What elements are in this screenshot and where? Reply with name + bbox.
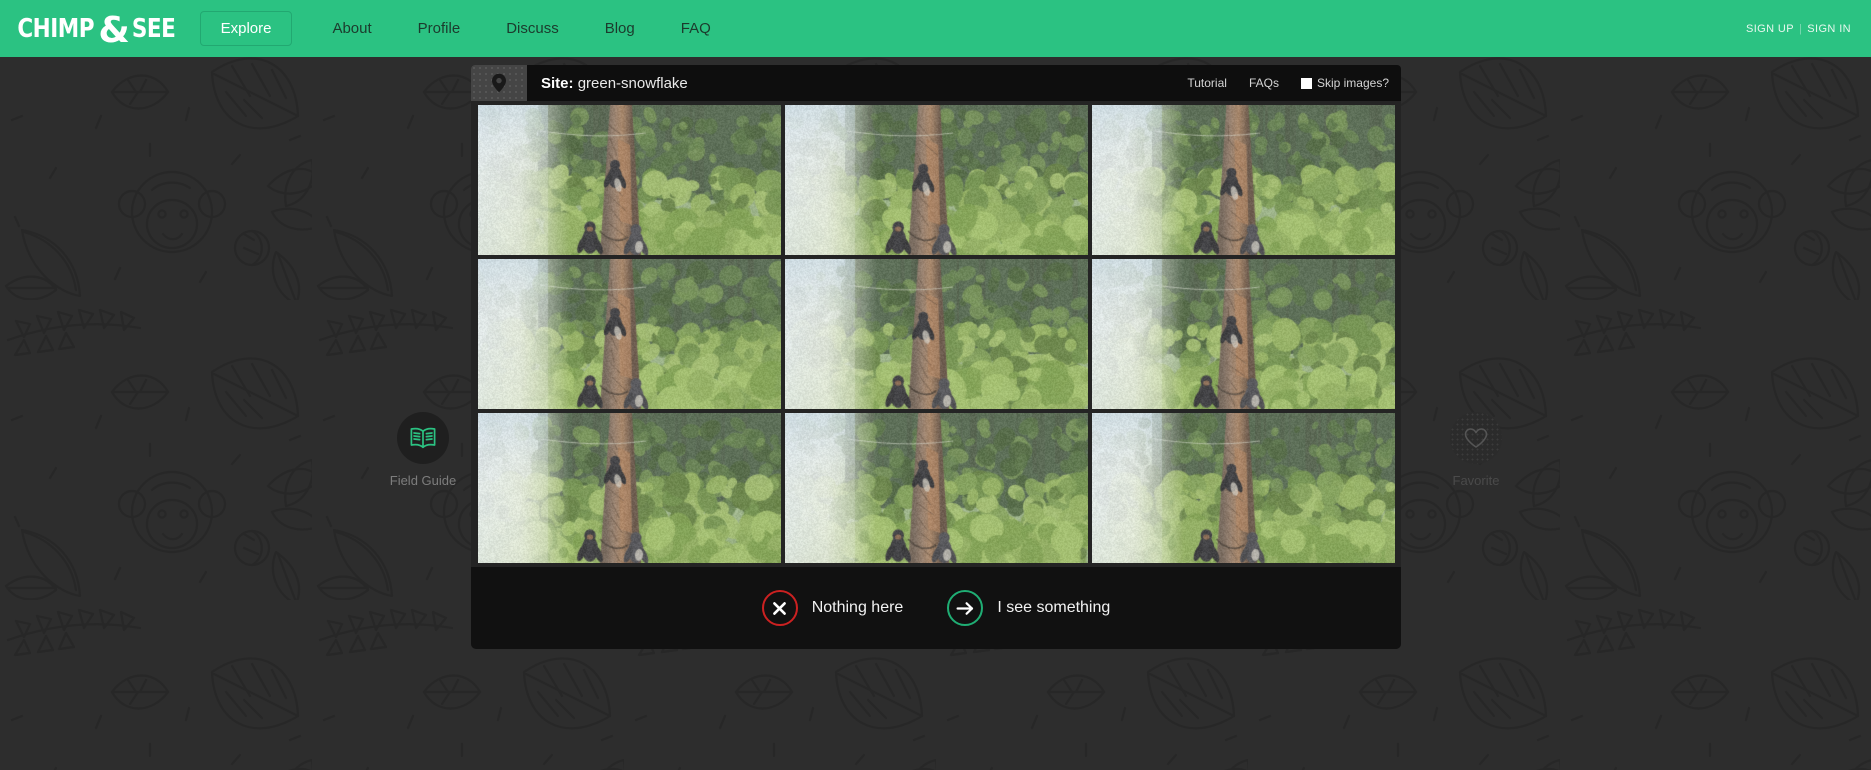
camera-trap-image	[477, 259, 781, 409]
frame-thumbnail[interactable]	[784, 105, 1088, 255]
open-book-icon	[410, 427, 436, 449]
action-bar: Nothing here I see something	[471, 567, 1401, 649]
logo-ampersand: &	[98, 9, 130, 51]
frame-grid	[471, 101, 1401, 567]
frame-thumbnail[interactable]	[784, 413, 1088, 563]
x-icon	[773, 601, 787, 615]
camera-trap-image	[784, 259, 1088, 409]
sign-up-link[interactable]: SIGN UP	[1746, 23, 1794, 35]
tutorial-link[interactable]: Tutorial	[1187, 76, 1227, 90]
logo-text-chimp: CHIMP	[17, 13, 95, 44]
nothing-here-circle	[761, 590, 798, 626]
auth-separator: |	[1798, 22, 1803, 35]
site-bar: Site: green-snowflake Tutorial FAQs Skip…	[471, 65, 1401, 101]
i-see-something-button[interactable]: I see something	[947, 590, 1110, 626]
site-pin-box[interactable]	[471, 65, 527, 101]
faqs-link[interactable]: FAQs	[1249, 76, 1279, 90]
skip-images-label: Skip images?	[1316, 76, 1389, 90]
site-name: green-snowflake	[577, 74, 688, 92]
heart-icon	[1464, 428, 1488, 448]
nav-item-blog[interactable]: Blog	[595, 14, 645, 43]
arrow-right-icon	[956, 601, 973, 615]
favorite-label: Favorite	[1452, 473, 1500, 488]
field-guide-label: Field Guide	[389, 473, 457, 488]
nothing-here-label: Nothing here	[811, 599, 904, 616]
frame-thumbnail[interactable]	[1091, 259, 1395, 409]
primary-nav: Explore About Profile Discuss Blog FAQ	[199, 11, 747, 46]
i-see-something-circle	[947, 590, 984, 626]
camera-trap-image	[1091, 413, 1395, 563]
nav-item-faq[interactable]: FAQ	[671, 14, 721, 43]
top-navigation-bar: CHIMP & SEE Explore About Profile Discus…	[0, 0, 1871, 57]
classification-stage: Field Guide Favorite Site: green-snowfla…	[0, 57, 1871, 770]
skip-images-control[interactable]: Skip images?	[1300, 76, 1389, 90]
site-title: Site: green-snowflake	[541, 75, 688, 92]
nav-item-explore[interactable]: Explore	[199, 11, 293, 46]
field-guide-button[interactable]: Field Guide	[368, 412, 478, 488]
camera-trap-image	[784, 413, 1088, 563]
camera-trap-image	[1091, 259, 1395, 409]
skip-images-checkbox[interactable]	[1300, 77, 1312, 89]
sign-in-link[interactable]: SIGN IN	[1807, 23, 1851, 35]
camera-trap-image	[784, 105, 1088, 255]
nav-item-profile[interactable]: Profile	[408, 14, 471, 43]
frame-thumbnail[interactable]	[477, 259, 781, 409]
nav-item-about[interactable]: About	[322, 14, 381, 43]
field-guide-bubble	[397, 412, 449, 464]
auth-links: SIGN UP | SIGN IN	[1746, 23, 1851, 35]
nav-item-discuss[interactable]: Discuss	[496, 14, 569, 43]
frame-thumbnail[interactable]	[477, 413, 781, 563]
location-pin-icon	[492, 73, 506, 93]
frame-thumbnail[interactable]	[477, 105, 781, 255]
nothing-here-button[interactable]: Nothing here	[761, 590, 904, 626]
frame-thumbnail[interactable]	[1091, 105, 1395, 255]
frame-thumbnail[interactable]	[784, 259, 1088, 409]
camera-trap-image	[477, 413, 781, 563]
logo-text-see: SEE	[132, 13, 176, 44]
favorite-button[interactable]: Favorite	[1421, 412, 1531, 488]
site-label: Site:	[541, 74, 574, 92]
site-logo[interactable]: CHIMP & SEE	[14, 9, 178, 51]
frame-thumbnail[interactable]	[1091, 413, 1395, 563]
camera-trap-image	[477, 105, 781, 255]
site-tools: Tutorial FAQs Skip images?	[1187, 76, 1401, 90]
camera-trap-image	[1091, 105, 1395, 255]
classifier-card: Site: green-snowflake Tutorial FAQs Skip…	[471, 65, 1401, 649]
favorite-bubble	[1450, 412, 1502, 464]
i-see-something-label: I see something	[997, 599, 1111, 616]
